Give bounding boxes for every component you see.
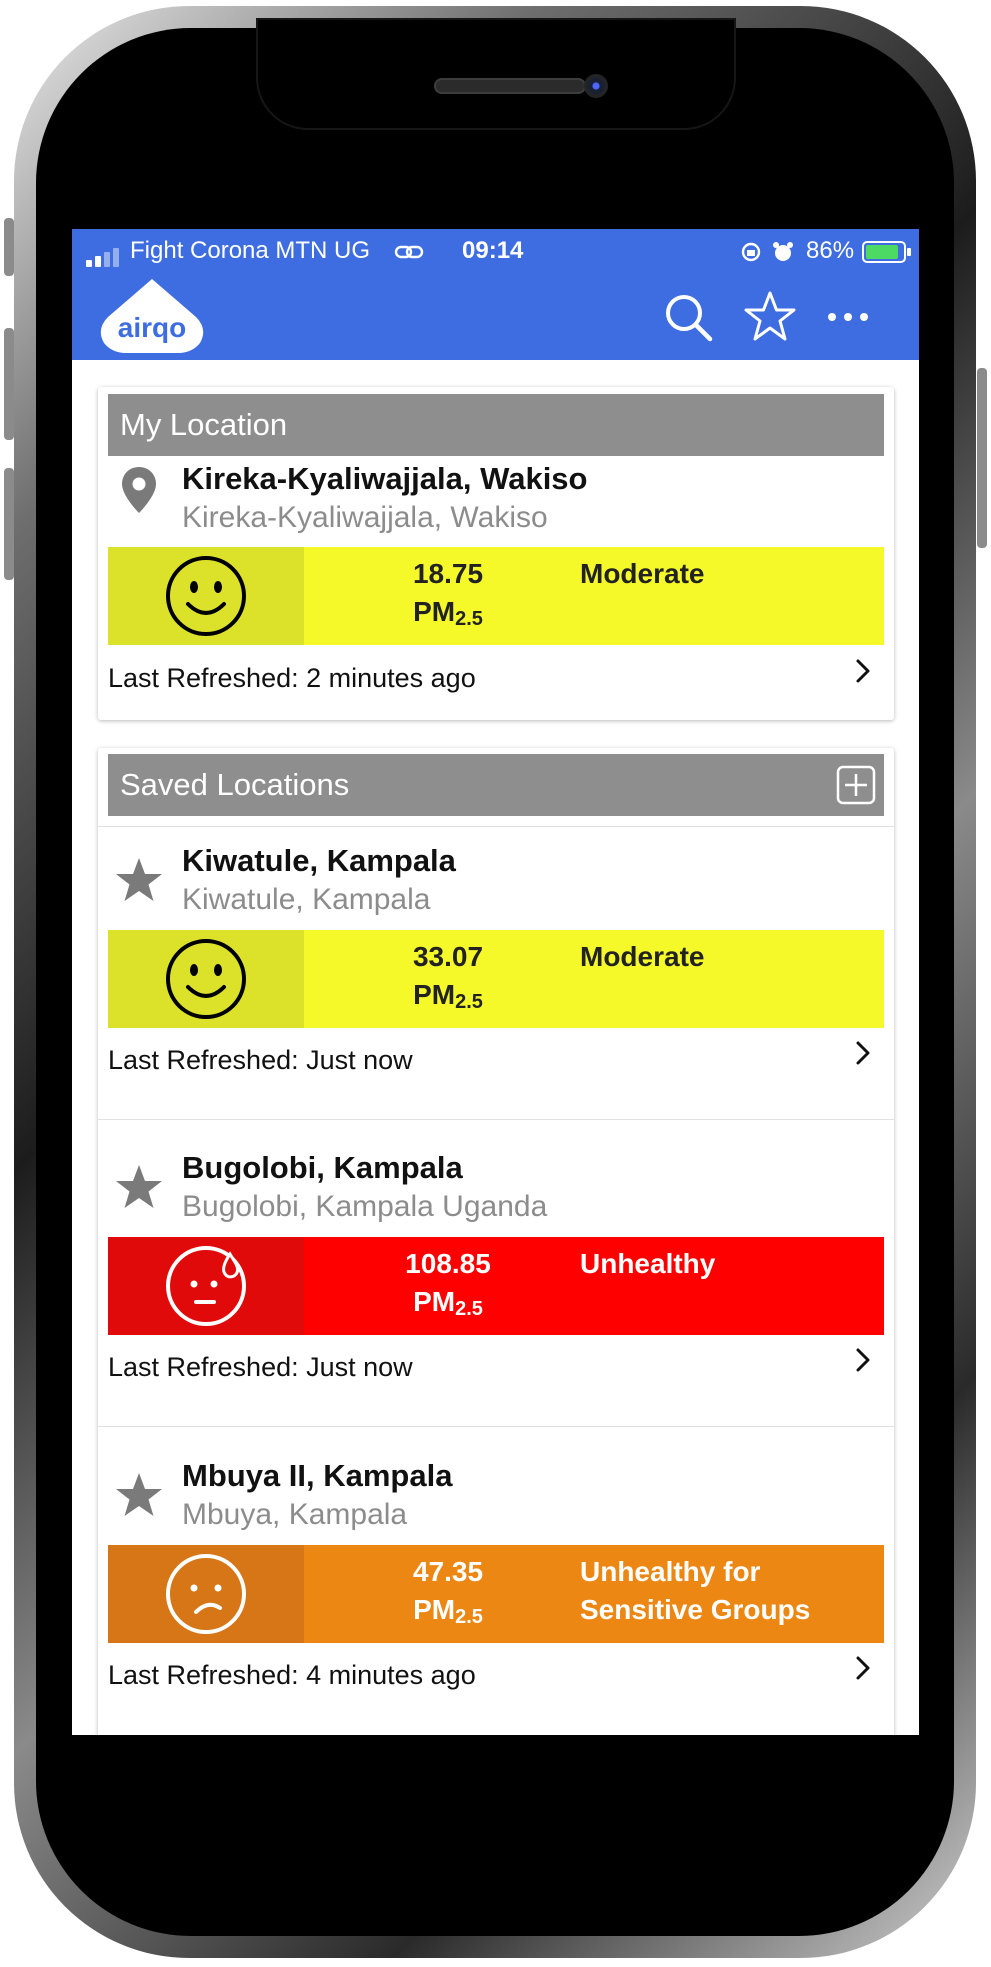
saved-location-item[interactable]: Mbuya II, Kampala Mbuya, Kampala 47.35 P…	[98, 1458, 894, 1690]
svg-text:airqo: airqo	[118, 312, 186, 343]
pm-unit: PM2.5	[413, 979, 483, 1013]
star-icon[interactable]	[114, 855, 164, 905]
pm-value: 47.35	[412, 1556, 484, 1587]
aq-face-panel	[108, 930, 304, 1028]
smiley-face-icon	[166, 939, 246, 1019]
volume-down-button	[4, 468, 14, 580]
last-refreshed: Last Refreshed: Just now	[108, 1352, 413, 1382]
location-title: Bugolobi, Kampala	[182, 1150, 463, 1185]
pm-value: 33.07	[412, 941, 484, 972]
silent-switch	[4, 218, 14, 276]
clock: 09:14	[462, 237, 524, 264]
location-title: Kiwatule, Kampala	[182, 843, 456, 878]
location-subtitle: Kireka-Kyaliwajjala, Wakiso	[182, 501, 548, 534]
air-quality-bar: 18.75 PM2.5 Moderate	[108, 547, 884, 645]
power-button	[977, 368, 987, 548]
my-location-card: My Location Kireka-Kyaliwajjala, Wakiso …	[98, 387, 894, 720]
chevron-right-icon[interactable]	[852, 657, 874, 685]
frowning-face-icon	[166, 1554, 246, 1634]
location-title: Kireka-Kyaliwajjala, Wakiso	[182, 461, 588, 496]
status-bar: Fight Corona MTN UG 09:14 86%	[72, 229, 919, 275]
aq-category-line-2: Sensitive Groups	[580, 1594, 811, 1625]
location-pin-icon	[122, 467, 156, 513]
app-screen: Fight Corona MTN UG 09:14 86% airqo My L…	[72, 229, 919, 1735]
favorites-star-icon[interactable]	[742, 289, 798, 345]
divider	[98, 1119, 894, 1120]
carrier-label: Fight Corona MTN UG	[130, 237, 371, 264]
front-camera	[584, 74, 608, 98]
pm-unit: PM2.5	[413, 596, 483, 630]
speaker-grille	[434, 78, 586, 94]
star-icon[interactable]	[114, 1162, 164, 1212]
saved-locations-card: Saved Locations Kiwatule, Kampala Kiwatu…	[98, 748, 894, 1735]
chevron-right-icon[interactable]	[852, 1039, 874, 1067]
aq-category: Moderate	[580, 558, 705, 589]
my-location-header: My Location	[108, 394, 884, 456]
aq-category-line-1: Unhealthy for	[580, 1556, 761, 1587]
location-subtitle: Kiwatule, Kampala	[182, 883, 431, 916]
aq-face-panel	[108, 1237, 304, 1335]
battery-icon	[862, 241, 911, 263]
volume-up-button	[4, 328, 14, 440]
air-quality-bar: 47.35 PM2.5 Unhealthy for Sensitive Grou…	[108, 1545, 884, 1643]
aq-category: Moderate	[580, 941, 705, 972]
aq-face-panel	[108, 547, 304, 645]
location-subtitle: Bugolobi, Kampala Uganda	[182, 1190, 548, 1223]
pm-value: 18.75	[412, 558, 484, 589]
app-bar: Fight Corona MTN UG 09:14 86% airqo	[72, 229, 919, 360]
my-location-entry[interactable]: Kireka-Kyaliwajjala, Wakiso Kireka-Kyali…	[98, 457, 894, 720]
link-icon	[394, 245, 424, 259]
air-quality-bar: 108.85 PM2.5 Unhealthy	[108, 1237, 884, 1335]
saved-location-item[interactable]: Bugolobi, Kampala Bugolobi, Kampala Ugan…	[98, 1150, 894, 1382]
last-refreshed: Last Refreshed: 4 minutes ago	[108, 1660, 476, 1690]
saved-locations-title: Saved Locations	[120, 767, 350, 802]
notch	[258, 20, 734, 128]
pm-value: 108.85	[405, 1248, 491, 1279]
add-icon[interactable]	[836, 765, 876, 805]
airqo-logo: airqo	[100, 279, 204, 353]
chevron-right-icon[interactable]	[852, 1654, 874, 1682]
divider	[98, 1426, 894, 1427]
more-icon[interactable]	[820, 289, 876, 345]
last-refreshed: Last Refreshed: 2 minutes ago	[108, 663, 476, 693]
location-title: Mbuya II, Kampala	[182, 1458, 453, 1493]
rotation-lock-icon	[741, 242, 761, 262]
star-icon[interactable]	[114, 1470, 164, 1520]
location-subtitle: Mbuya, Kampala	[182, 1498, 408, 1531]
pm-unit: PM2.5	[413, 1286, 483, 1320]
saved-location-item[interactable]: Kiwatule, Kampala Kiwatule, Kampala 33.0…	[98, 843, 894, 1075]
saved-locations-header: Saved Locations	[108, 754, 884, 816]
last-refreshed: Last Refreshed: Just now	[108, 1045, 413, 1075]
aq-category: Unhealthy	[580, 1248, 716, 1279]
aq-face-panel	[108, 1545, 304, 1643]
chevron-right-icon[interactable]	[852, 1346, 874, 1374]
sweating-face-icon	[166, 1246, 246, 1326]
air-quality-bar: 33.07 PM2.5 Moderate	[108, 930, 884, 1028]
smiley-face-icon	[166, 556, 246, 636]
battery-percent: 86%	[806, 237, 855, 264]
pm-unit: PM2.5	[413, 1594, 483, 1628]
signal-icon	[86, 247, 126, 267]
divider	[98, 826, 894, 827]
search-icon[interactable]	[660, 289, 716, 345]
alarm-icon	[773, 242, 793, 261]
